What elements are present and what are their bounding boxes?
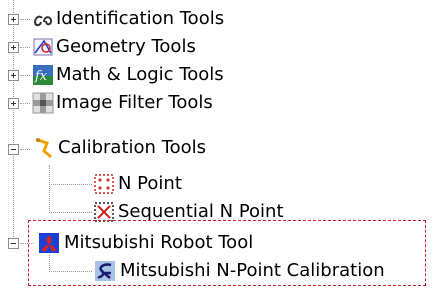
tree-item-image-filter-tools[interactable]: Image Filter Tools [56, 92, 213, 114]
n-point-icon [93, 173, 115, 195]
expand-toggle-geometry[interactable] [8, 42, 19, 53]
tree-item-math-logic-tools[interactable]: Math & Logic Tools [56, 64, 224, 86]
tree-connector-line [13, 0, 14, 245]
identification-icon [32, 8, 54, 30]
tree-item-geometry-tools[interactable]: Geometry Tools [56, 36, 196, 58]
tree-item-identification-tools[interactable]: Identification Tools [56, 8, 224, 30]
tree-connector-line [20, 149, 30, 150]
tree-connector-line [20, 103, 30, 104]
tool-tree: Identification Tools Geometry Tools fx M… [0, 0, 436, 290]
tree-connector-line [49, 165, 50, 213]
svg-text:fx: fx [34, 69, 48, 84]
expand-toggle-math-logic[interactable] [8, 70, 19, 81]
tree-connector-line [20, 75, 30, 76]
highlight-box [28, 220, 426, 286]
tree-item-calibration-tools[interactable]: Calibration Tools [58, 137, 206, 159]
tree-connector-line [20, 19, 30, 20]
geometry-icon [32, 36, 54, 58]
calibration-icon [34, 137, 56, 159]
image-filter-icon [32, 92, 54, 114]
collapse-toggle-mitsubishi-robot[interactable] [8, 238, 19, 249]
tree-connector-line [49, 184, 92, 185]
expand-toggle-identification[interactable] [8, 14, 19, 25]
tree-connector-line [20, 47, 30, 48]
expand-toggle-image-filter[interactable] [8, 98, 19, 109]
tree-item-n-point[interactable]: N Point [118, 173, 182, 195]
collapse-toggle-calibration[interactable] [8, 144, 19, 155]
math-logic-icon: fx [32, 64, 54, 86]
tree-connector-line [49, 212, 92, 213]
